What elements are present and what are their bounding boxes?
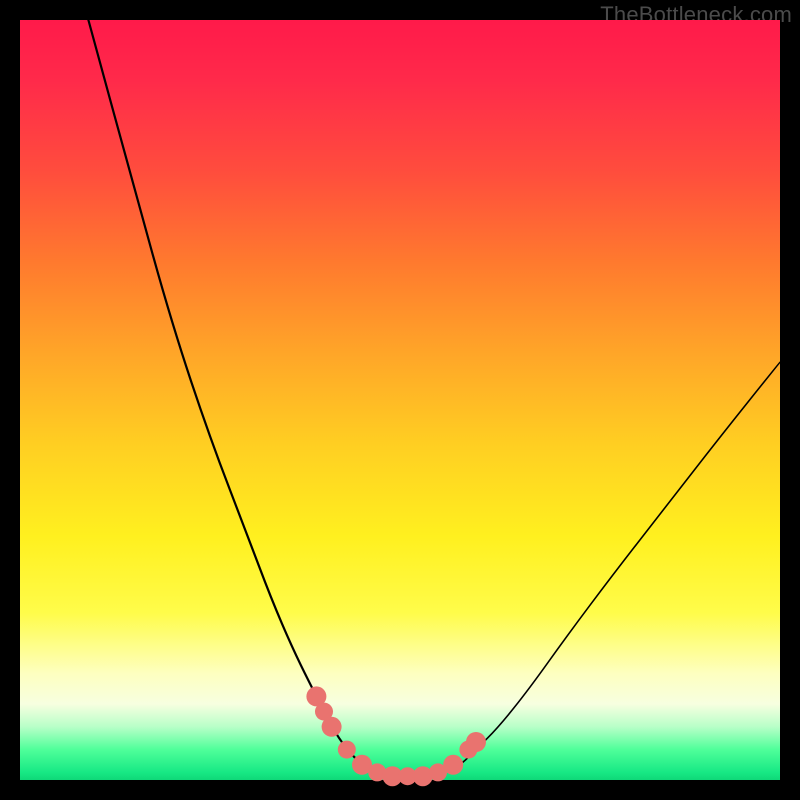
marker-dot (466, 732, 486, 752)
marker-dot (443, 755, 463, 775)
marker-dot (338, 741, 356, 759)
bottleneck-curve-path-right (400, 362, 780, 776)
bottleneck-curve-path (88, 20, 422, 776)
chart-stage: TheBottleneck.com (0, 0, 800, 800)
marker-group (306, 686, 486, 786)
curve-svg (20, 20, 780, 780)
plot-area (20, 20, 780, 780)
marker-dot (322, 717, 342, 737)
